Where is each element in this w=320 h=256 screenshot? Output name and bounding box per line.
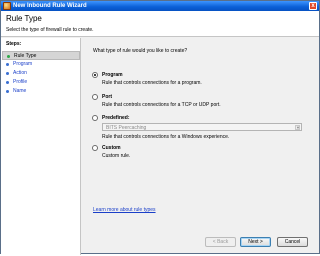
- window-title: New Inbound Rule Wizard: [13, 3, 87, 9]
- cancel-button[interactable]: Cancel: [277, 237, 308, 247]
- program-radio[interactable]: [92, 72, 98, 78]
- step-bullet-icon: [6, 63, 9, 66]
- step-rule-type[interactable]: Rule Type: [2, 51, 80, 60]
- custom-label[interactable]: Custom: [102, 145, 121, 151]
- predefined-radio[interactable]: [92, 115, 98, 121]
- step-label: Program: [13, 61, 33, 67]
- step-label: Action: [13, 70, 27, 76]
- port-description: Rule that controls connections for a TCP…: [102, 102, 221, 108]
- chevron-down-icon[interactable]: ▼: [295, 125, 300, 130]
- wizard-window: New Inbound Rule Wizard x Rule Type Sele…: [0, 0, 320, 255]
- custom-radio[interactable]: [92, 145, 98, 151]
- program-description: Rule that controls connections for a pro…: [102, 80, 202, 86]
- page-title: Rule Type: [6, 14, 42, 23]
- predefined-select-value: BITS Peercaching: [106, 125, 147, 131]
- program-label[interactable]: Program: [102, 72, 123, 78]
- wizard-header: Rule Type Select the type of firewall ru…: [1, 11, 319, 37]
- step-bullet-icon: [6, 72, 9, 75]
- step-name[interactable]: Name: [2, 87, 80, 96]
- step-bullet-icon: [7, 55, 10, 58]
- step-label: Profile: [13, 79, 28, 85]
- rule-type-panel: What type of rule would you like to crea…: [82, 38, 319, 237]
- steps-sidebar: Steps: Rule Type Program Action Profile …: [1, 38, 81, 255]
- step-program[interactable]: Program: [2, 60, 80, 69]
- step-profile[interactable]: Profile: [2, 78, 80, 87]
- learn-more-link[interactable]: Learn more about rule types: [93, 207, 156, 213]
- predefined-select[interactable]: BITS Peercaching ▼: [102, 123, 302, 131]
- next-button[interactable]: Next >: [240, 237, 271, 247]
- step-label: Name: [13, 88, 27, 94]
- step-action[interactable]: Action: [2, 69, 80, 78]
- step-bullet-icon: [6, 81, 9, 84]
- page-subtitle: Select the type of firewall rule to crea…: [6, 27, 94, 33]
- port-radio[interactable]: [92, 94, 98, 100]
- port-label[interactable]: Port: [102, 94, 112, 100]
- back-button[interactable]: < Back: [205, 237, 236, 247]
- title-bar[interactable]: New Inbound Rule Wizard x: [1, 1, 319, 11]
- step-label: Rule Type: [14, 53, 37, 59]
- steps-heading: Steps:: [6, 41, 22, 47]
- custom-description: Custom rule.: [102, 153, 131, 159]
- wizard-footer: < Back Next > Cancel: [82, 237, 319, 253]
- close-button[interactable]: x: [309, 2, 317, 10]
- predefined-label[interactable]: Predefined:: [102, 115, 130, 121]
- firewall-icon: [3, 2, 11, 10]
- step-bullet-icon: [6, 90, 9, 93]
- rule-type-question: What type of rule would you like to crea…: [93, 48, 188, 54]
- predefined-description: Rule that controls connections for a Win…: [102, 134, 230, 140]
